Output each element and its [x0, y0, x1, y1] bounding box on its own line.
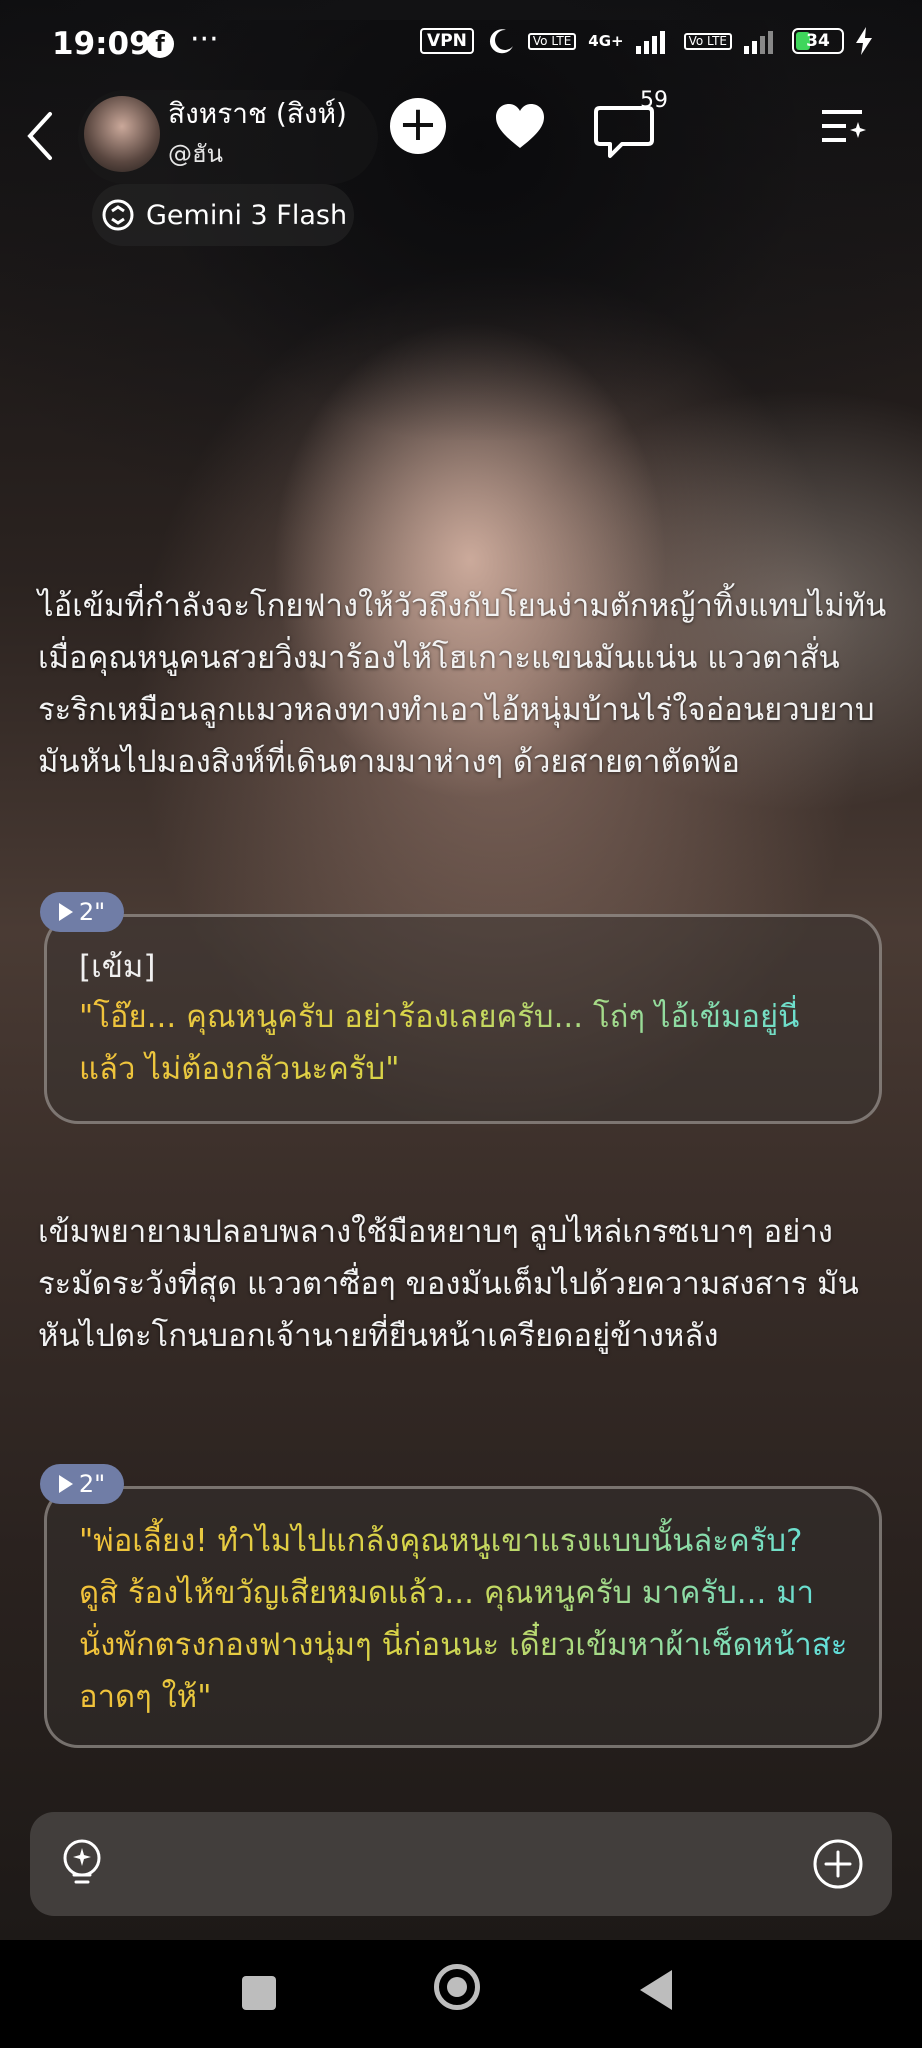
- character-name: สิงหราช (สิงห์): [168, 97, 347, 130]
- heart-icon[interactable]: [492, 98, 548, 154]
- battery-indicator: 34: [792, 28, 844, 54]
- dialogue-bubble-2: "พ่อเลี้ยง! ทำไมไปแกล้งคุณหนูเขาแรงแบบนั…: [44, 1486, 882, 1748]
- follow-button[interactable]: +: [390, 98, 446, 154]
- narration-text-1: ไอ้เข้มที่กำลังจะโกยฟางให้วัวถึงกับโยนง่…: [38, 588, 887, 780]
- comment-count: 59: [640, 88, 668, 113]
- volte-badge-1: Vo LTE: [527, 32, 577, 50]
- system-back-button[interactable]: [640, 1970, 672, 2010]
- voice-duration-1: 2": [78, 898, 106, 926]
- vpn-badge: VPN: [420, 28, 474, 54]
- voice-duration-2: 2": [78, 1470, 106, 1498]
- signal-icon-1: [635, 31, 665, 54]
- narration-text-2: เข้มพยายามปลอบพลางใช้มือหยาบๆ ลูบไหล่เกร…: [38, 1214, 859, 1354]
- dialogue-text-2: "พ่อเลี้ยง! ทำไมไปแกล้งคุณหนูเขาแรงแบบนั…: [79, 1515, 849, 1723]
- play-icon: [58, 903, 73, 921]
- status-more: ···: [190, 22, 219, 57]
- back-arrow-icon[interactable]: [20, 106, 60, 166]
- play-icon: [58, 1475, 73, 1493]
- status-icons: VPN Vo LTE 4G+ Vo LTE 34: [420, 26, 872, 56]
- status-bar: 19:09 f ··· VPN Vo LTE 4G+ Vo LTE 34: [0, 0, 922, 86]
- system-navigation-bar: [0, 1940, 922, 2048]
- model-swap-icon: [102, 199, 134, 231]
- message-input-bar[interactable]: [30, 1812, 892, 1916]
- dialogue-text-1: "โอ๊ย... คุณหนูครับ อย่าร้องเลยครับ... โ…: [79, 991, 849, 1095]
- model-label: Gemini 3 Flash: [146, 199, 348, 231]
- speaker-label: [เข้ม]: [79, 949, 156, 985]
- dialogue-bubble-1: [เข้ม] "โอ๊ย... คุณหนูครับ อย่าร้องเลยคร…: [44, 914, 882, 1124]
- volte-badge-2: Vo LTE: [683, 32, 732, 50]
- signal-icon-2: [744, 31, 773, 54]
- recent-apps-button[interactable]: [242, 1976, 276, 2010]
- model-selector[interactable]: Gemini 3 Flash: [92, 184, 354, 246]
- voice-play-button-2[interactable]: 2": [40, 1464, 124, 1504]
- facebook-icon: f: [146, 30, 174, 58]
- moon-icon: [489, 29, 513, 54]
- battery-level: 34: [806, 31, 830, 51]
- voice-play-button-1[interactable]: 2": [40, 892, 124, 932]
- menu-sparkle-icon[interactable]: [822, 106, 868, 146]
- network-type: 4G+: [588, 32, 624, 50]
- character-handle: @ฮัน: [168, 140, 224, 168]
- status-time: 19:09: [52, 26, 151, 62]
- charging-icon: [856, 27, 872, 55]
- chat-header: สิงหราช (สิงห์) @ฮัน + 59: [0, 88, 922, 188]
- avatar[interactable]: [84, 96, 160, 172]
- plus-circle-icon[interactable]: [812, 1838, 864, 1890]
- lightbulb-icon[interactable]: [60, 1838, 104, 1890]
- home-button[interactable]: [434, 1964, 480, 2010]
